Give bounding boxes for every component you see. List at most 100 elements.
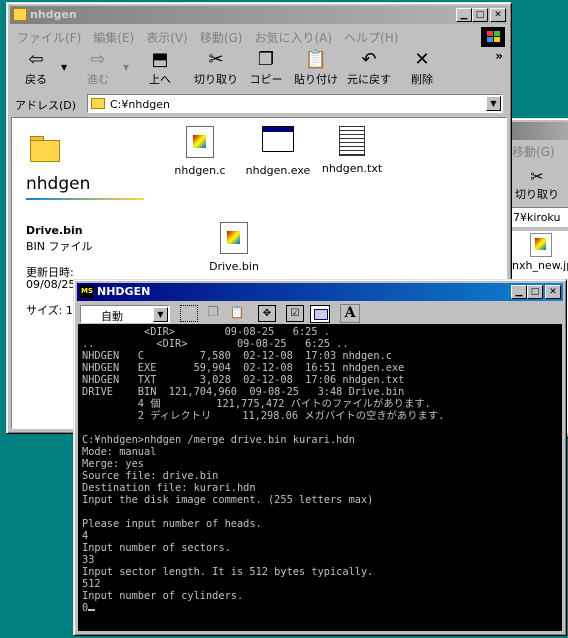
menu-file[interactable]: ファイル(F) bbox=[11, 27, 87, 47]
console-titlebar[interactable]: MS NHDGEN ▁ □ ✕ bbox=[77, 283, 563, 301]
menu-go[interactable]: 移動(G) bbox=[194, 27, 249, 47]
paste-label: 貼り付け bbox=[294, 73, 338, 86]
background-file-label[interactable]: nxh_new.jpg bbox=[512, 259, 568, 272]
fullscreen-icon[interactable]: ✥ bbox=[258, 305, 276, 322]
up-label: 上へ bbox=[149, 73, 171, 86]
terminal-line: NHDGEN TXT 3,028 02-12-08 17:06 nhdgen.t… bbox=[82, 374, 405, 386]
console-title: NHDGEN bbox=[97, 285, 151, 298]
undo-label: 元に戻す bbox=[347, 73, 391, 86]
address-input[interactable]: C:¥nhdgen ▼ bbox=[87, 94, 503, 113]
address-value: C:¥nhdgen bbox=[110, 98, 171, 111]
terminal-line: 33 bbox=[82, 554, 95, 566]
maximize-button[interactable]: □ bbox=[472, 8, 488, 22]
background-cut-button[interactable]: ✂ 切り取り bbox=[512, 167, 562, 202]
maximize-button[interactable]: □ bbox=[527, 285, 543, 299]
up-folder-icon: ⬒ bbox=[151, 49, 169, 70]
file-label: nhdgen.txt bbox=[321, 162, 383, 175]
file-label: nhdgen.exe bbox=[245, 164, 311, 177]
terminal-line: C:¥nhdgen>nhdgen /merge drive.bin kurari… bbox=[82, 434, 355, 446]
terminal-line: Source file: drive.bin bbox=[82, 470, 219, 482]
background-address-text: 7¥kiroku bbox=[513, 211, 561, 224]
file-item-nhdgen-txt[interactable]: nhdgen.txt bbox=[312, 126, 392, 175]
forward-button[interactable]: ⇨ 進む bbox=[73, 49, 123, 87]
terminal-line: Input the disk image comment. (255 lette… bbox=[82, 494, 374, 506]
toolbar-more-chevron-icon[interactable]: » bbox=[495, 49, 503, 63]
address-dropdown-button[interactable]: ▼ bbox=[486, 96, 501, 111]
background-menu-move[interactable]: 移動(G) bbox=[512, 143, 555, 160]
background-address-box[interactable]: 7¥kiroku bbox=[510, 207, 568, 227]
paste-icon[interactable]: 📋 bbox=[228, 305, 246, 322]
console-window[interactable]: MS NHDGEN ▁ □ ✕ 自動 ▼ ❐ 📋 ✥ ☑ A <DIR> 09-… bbox=[73, 279, 567, 636]
folder-name-heading: nhdgen bbox=[26, 174, 91, 194]
background-icon[interactable] bbox=[310, 305, 330, 323]
terminal-line: 0 bbox=[82, 602, 89, 614]
file-label: nhdgen.c bbox=[174, 164, 226, 177]
selected-file-type: BIN ファイル bbox=[26, 240, 93, 253]
back-dropdown-icon[interactable]: ▼ bbox=[61, 49, 73, 72]
copy-icon[interactable]: ❐ bbox=[204, 305, 222, 322]
folder-icon bbox=[13, 8, 27, 21]
bin-file-icon bbox=[220, 222, 248, 254]
back-label: 戻る bbox=[25, 73, 47, 86]
delete-label: 削除 bbox=[411, 73, 433, 86]
file-item-nhdgen-c[interactable]: nhdgen.c bbox=[160, 126, 240, 177]
windows-logo-icon bbox=[481, 27, 505, 47]
menu-view[interactable]: 表示(V) bbox=[140, 27, 194, 47]
forward-dropdown-icon[interactable]: ▼ bbox=[123, 49, 135, 72]
menu-help[interactable]: ヘルプ(H) bbox=[338, 27, 404, 47]
properties-icon[interactable]: ☑ bbox=[286, 305, 304, 322]
background-cut-label: 切り取り bbox=[515, 188, 559, 201]
copy-button[interactable]: ❐ コピー bbox=[241, 49, 291, 87]
folder-icon bbox=[91, 98, 105, 109]
terminal-line: Mode: manual bbox=[82, 446, 157, 458]
back-button[interactable]: ⇦ 戻る bbox=[11, 49, 61, 87]
terminal-line: NHDGEN EXE 59,904 02-12-08 16:51 nhdgen.… bbox=[82, 362, 405, 374]
terminal-line: Please input number of heads. bbox=[82, 518, 262, 530]
mark-icon[interactable] bbox=[180, 305, 198, 322]
address-label: アドレス(D) bbox=[15, 99, 77, 112]
terminal-line: Input number of sectors. bbox=[82, 542, 231, 554]
delete-x-icon: ✕ bbox=[414, 49, 430, 70]
forward-label: 進む bbox=[87, 73, 109, 86]
image-file-icon[interactable] bbox=[530, 233, 552, 257]
font-size-value: 自動 bbox=[101, 310, 123, 323]
paste-button[interactable]: 📋 貼り付け bbox=[291, 49, 341, 87]
address-bar: アドレス(D) C:¥nhdgen ▼ bbox=[11, 93, 507, 115]
minimize-button[interactable]: ▁ bbox=[511, 285, 527, 299]
terminal-line: 512 bbox=[82, 578, 101, 590]
file-label: Drive.bin bbox=[209, 260, 259, 273]
file-item-nhdgen-exe[interactable]: nhdgen.exe bbox=[238, 126, 318, 177]
terminal-line: 4 bbox=[82, 530, 89, 542]
cut-label: 切り取り bbox=[194, 73, 238, 86]
paste-icon: 📋 bbox=[304, 49, 328, 70]
console-toolbar: 自動 ▼ ❐ 📋 ✥ ☑ A bbox=[78, 304, 562, 324]
menu-edit[interactable]: 編集(E) bbox=[87, 27, 140, 47]
file-item-drive-bin[interactable]: Drive.bin bbox=[194, 222, 274, 273]
copy-label: コピー bbox=[249, 73, 283, 86]
terminal-line: DRIVE BIN 121,704,960 09-08-25 3:48 Driv… bbox=[82, 386, 405, 398]
terminal-line: <DIR> 09-08-25 6:25 . bbox=[82, 326, 330, 338]
c-source-file-icon bbox=[186, 126, 214, 158]
cut-button[interactable]: ✂ 切り取り bbox=[191, 49, 241, 87]
close-button[interactable]: ✕ bbox=[490, 8, 506, 22]
background-window-titlebar[interactable] bbox=[509, 122, 568, 140]
heading-divider bbox=[26, 198, 144, 200]
menu-favorites[interactable]: お気に入り(A) bbox=[248, 27, 338, 47]
close-button[interactable]: ✕ bbox=[545, 285, 561, 299]
size-label: サイズ: 11 bbox=[26, 304, 80, 317]
font-size-select[interactable]: 自動 ▼ bbox=[80, 305, 170, 323]
terminal-line: 4 個 121,775,472 バイトのファイルがあります. bbox=[82, 398, 431, 410]
forward-arrow-icon: ⇨ bbox=[90, 49, 106, 70]
text-file-icon bbox=[339, 126, 365, 156]
undo-button[interactable]: ↶ 元に戻す bbox=[341, 49, 397, 87]
text-cursor bbox=[88, 609, 96, 611]
toolbar: ⇦ 戻る ▼ ⇨ 進む ▼ ⬒ 上へ ✂ 切り取り ❐ コピー 📋 貼り付け ↶… bbox=[11, 49, 507, 91]
delete-button[interactable]: ✕ 削除 bbox=[397, 49, 447, 87]
font-icon[interactable]: A bbox=[340, 304, 360, 323]
menu-bar: ファイル(F) 編集(E) 表示(V) 移動(G) お気に入り(A) ヘルプ(H… bbox=[11, 27, 404, 47]
up-button[interactable]: ⬒ 上へ bbox=[135, 49, 185, 87]
minimize-button[interactable]: ▁ bbox=[456, 8, 472, 22]
font-size-dropdown-button[interactable]: ▼ bbox=[153, 307, 168, 322]
explorer-titlebar[interactable]: nhdgen ▁ □ ✕ bbox=[10, 6, 508, 24]
console-output[interactable]: <DIR> 09-08-25 6:25 . .. <DIR> 09-08-25 … bbox=[78, 324, 562, 631]
